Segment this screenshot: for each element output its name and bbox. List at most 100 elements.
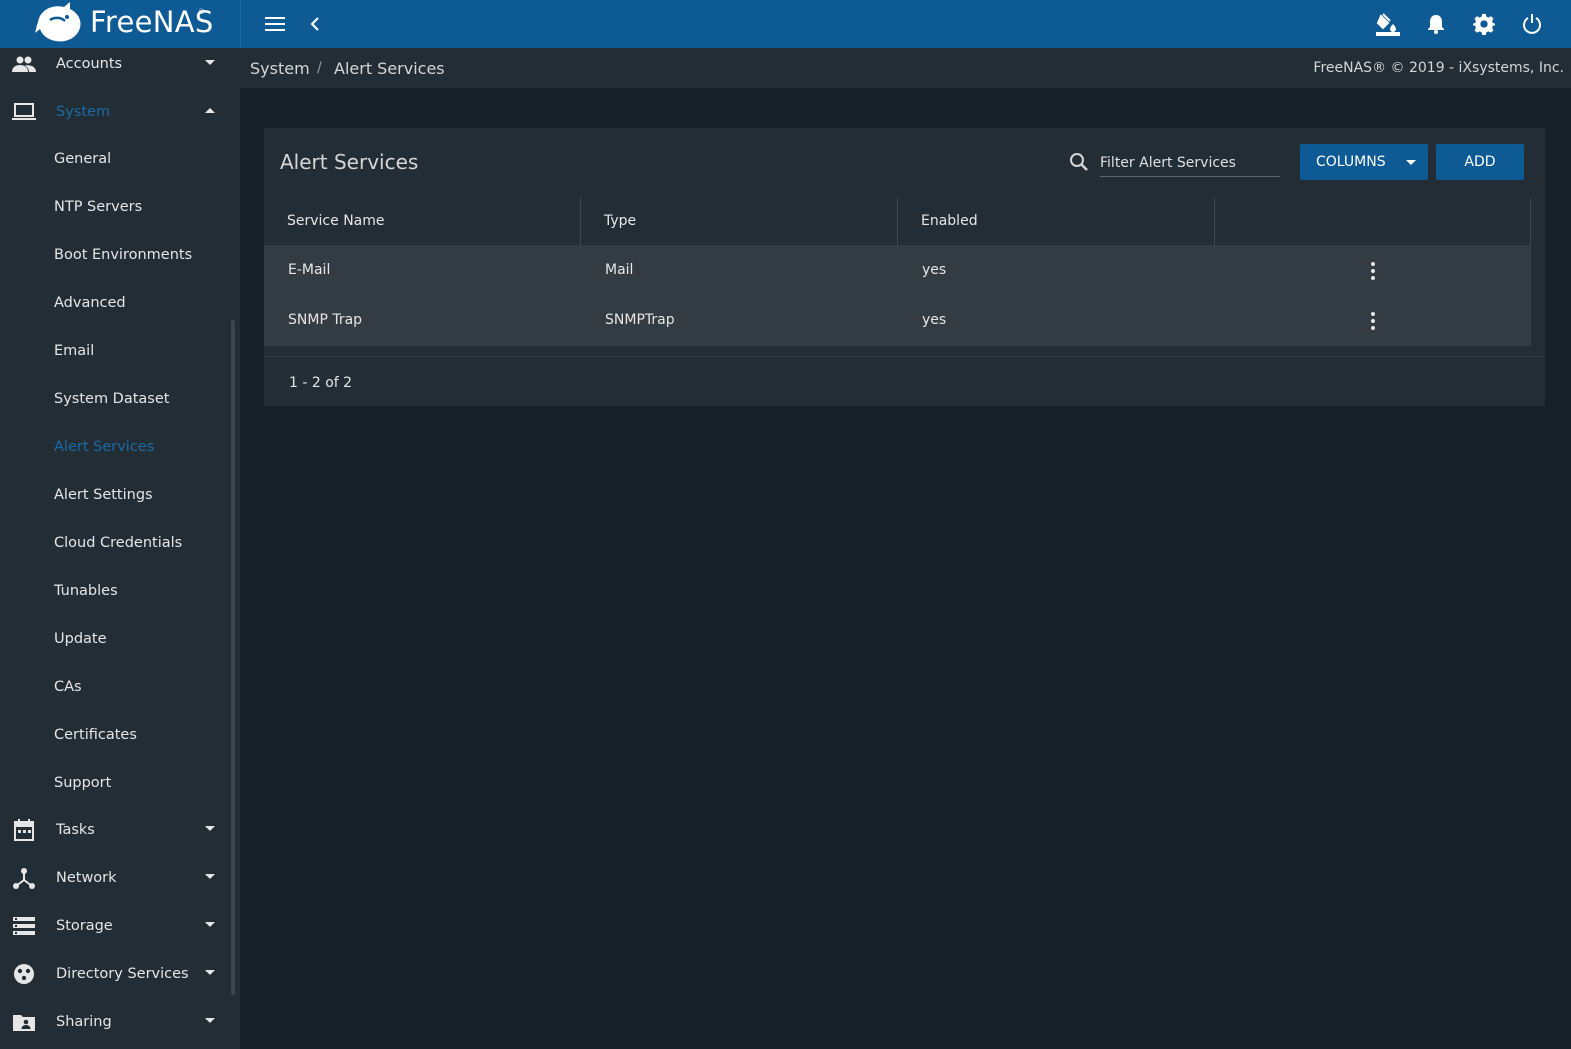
sidebar-subitem-label: Tunables	[54, 583, 118, 599]
columns-button[interactable]: COLUMNS	[1300, 144, 1428, 180]
table-header: Service Name Type Enabled	[264, 198, 1531, 246]
sidebar-subitem-advanced[interactable]: Advanced	[0, 280, 230, 328]
sidebar-subitem-label: Boot Environments	[54, 247, 193, 263]
sidebar-item-accounts[interactable]: Accounts	[0, 48, 230, 88]
sidebar-subitem-cloud-credentials[interactable]: Cloud Credentials	[0, 520, 230, 568]
freenas-shark-logo-icon	[35, 2, 81, 42]
sidebar-subitem-alert-services[interactable]: Alert Services	[0, 424, 230, 472]
filter-input[interactable]	[1100, 148, 1280, 177]
pagination-range: 1 - 2 of 2	[289, 375, 353, 391]
settings-button[interactable]	[1468, 8, 1500, 40]
calendar-icon	[12, 818, 36, 842]
search-icon	[1070, 153, 1088, 171]
sidebar: Accounts System General NTP Servers Boot…	[0, 48, 240, 1049]
more-vert-icon[interactable]	[1363, 259, 1383, 283]
brand-logo[interactable]: FreeNAS ®	[0, 0, 241, 48]
table-row[interactable]: E-Mail Mail yes	[264, 246, 1531, 296]
sidebar-item-label: Storage	[56, 918, 113, 934]
chevron-down-icon	[205, 826, 215, 831]
sidebar-subitem-ntp-servers[interactable]: NTP Servers	[0, 184, 230, 232]
sidebar-subitem-system-dataset[interactable]: System Dataset	[0, 376, 230, 424]
chevron-up-icon	[205, 108, 215, 113]
column-header-enabled[interactable]: Enabled	[921, 198, 978, 246]
sidebar-subitem-label: Support	[54, 775, 112, 791]
sidebar-item-sharing[interactable]: Sharing	[0, 998, 230, 1046]
sidebar-subitem-boot-environments[interactable]: Boot Environments	[0, 232, 230, 280]
chevron-down-icon	[205, 1018, 215, 1023]
sidebar-item-network[interactable]: Network	[0, 854, 230, 902]
brand-name: FreeNAS	[90, 5, 214, 39]
sidebar-subitem-update[interactable]: Update	[0, 616, 230, 664]
sidebar-item-storage[interactable]: Storage	[0, 902, 230, 950]
breadcrumb: System / Alert Services FreeNAS® © 2019 …	[240, 48, 1571, 88]
chevron-down-icon	[205, 922, 215, 927]
page-title: Alert Services	[280, 150, 419, 174]
columns-button-label: COLUMNS	[1316, 154, 1386, 170]
sidebar-subitem-label: General	[54, 151, 112, 167]
power-button[interactable]	[1516, 8, 1548, 40]
sidebar-scrollbar[interactable]	[231, 320, 235, 995]
breadcrumb-parent[interactable]: System	[250, 59, 310, 78]
sidebar-subitem-alert-settings[interactable]: Alert Settings	[0, 472, 230, 520]
column-divider[interactable]	[1530, 198, 1531, 246]
cell-type: Mail	[605, 262, 634, 278]
sidebar-item-label: Tasks	[56, 822, 95, 838]
sidebar-subitem-support[interactable]: Support	[0, 760, 230, 808]
table-row[interactable]: SNMP Trap SNMPTrap yes	[264, 296, 1531, 346]
column-header-service-name[interactable]: Service Name	[287, 198, 385, 246]
breadcrumb-current: Alert Services	[334, 59, 445, 78]
sidebar-subitem-label: Email	[54, 343, 95, 359]
column-header-type[interactable]: Type	[604, 198, 636, 246]
filter-box	[1069, 148, 1281, 178]
add-button[interactable]: ADD	[1436, 144, 1524, 180]
notifications-button[interactable]	[1420, 8, 1452, 40]
sidebar-subitem-label: Certificates	[54, 727, 137, 743]
sidebar-item-label: Network	[56, 870, 117, 886]
sidebar-item-directory-services[interactable]: Directory Services	[0, 950, 230, 998]
sidebar-item-label: System	[56, 104, 111, 120]
chevron-down-icon	[205, 874, 215, 879]
settings-gear-icon	[1473, 13, 1495, 35]
sidebar-item-system[interactable]: System	[0, 88, 230, 136]
cell-enabled: yes	[922, 262, 947, 278]
sidebar-subitem-cas[interactable]: CAs	[0, 664, 230, 712]
sidebar-item-label: Sharing	[56, 1014, 112, 1030]
directory-services-icon	[12, 962, 36, 986]
column-divider[interactable]	[580, 198, 581, 246]
cell-service-name: E-Mail	[288, 262, 331, 278]
sidebar-item-tasks[interactable]: Tasks	[0, 806, 230, 854]
menu-icon	[265, 17, 285, 31]
theme-paint-icon	[1376, 13, 1400, 36]
sidebar-subitem-label: Alert Settings	[54, 487, 153, 503]
sidebar-subitem-certificates[interactable]: Certificates	[0, 712, 230, 760]
divider	[264, 356, 1545, 357]
cell-type: SNMPTrap	[605, 312, 675, 328]
sidebar-subitem-tunables[interactable]: Tunables	[0, 568, 230, 616]
more-vert-icon[interactable]	[1363, 309, 1383, 333]
network-hub-icon	[12, 866, 36, 890]
alert-services-card: Alert Services COLUMNS ADD Service Name …	[264, 128, 1545, 406]
sidebar-subitem-label: Advanced	[54, 295, 126, 311]
column-divider[interactable]	[897, 198, 898, 246]
sidebar-item-label: Accounts	[56, 56, 123, 72]
breadcrumb-separator: /	[317, 60, 322, 76]
accounts-people-icon	[12, 52, 36, 76]
sidebar-subitem-email[interactable]: Email	[0, 328, 230, 376]
sidebar-subitem-label: Alert Services	[54, 439, 155, 455]
sidebar-subitem-label: System Dataset	[54, 391, 170, 407]
copyright-text: FreeNAS® © 2019 - iXsystems, Inc.	[1313, 60, 1564, 76]
trademark-mark: ®	[198, 8, 205, 16]
chevron-down-icon	[1406, 160, 1416, 165]
sidebar-subitem-label: CAs	[54, 679, 82, 695]
sidebar-subitem-label: NTP Servers	[54, 199, 143, 215]
column-divider[interactable]	[1214, 198, 1215, 246]
sidebar-subitem-label: Update	[54, 631, 107, 647]
chevron-down-icon	[205, 60, 215, 65]
menu-toggle-button[interactable]	[259, 8, 291, 40]
chevron-down-icon	[205, 970, 215, 975]
storage-stack-icon	[12, 914, 36, 938]
theme-button[interactable]	[1372, 8, 1404, 40]
sidebar-subitem-general[interactable]: General	[0, 136, 230, 184]
power-icon	[1523, 14, 1541, 34]
collapse-sidebar-button[interactable]	[299, 8, 331, 40]
